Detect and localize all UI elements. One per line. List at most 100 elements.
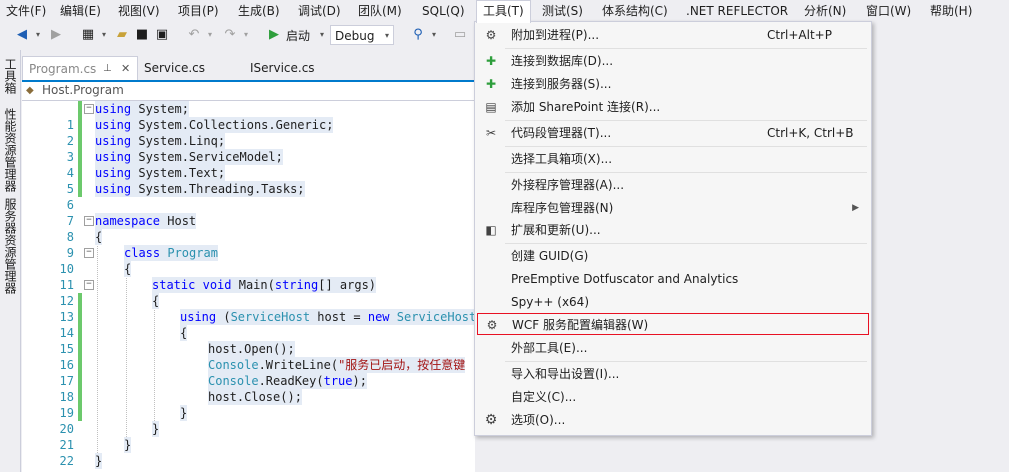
change-marker — [78, 357, 82, 373]
menu-item-attach-to-process[interactable]: ⚙ 附加到进程(P)... Ctrl+Alt+P — [475, 24, 871, 46]
menu-item-external-tools[interactable]: 外部工具(E)... — [475, 337, 871, 359]
code-line: 8− namespace Host — [22, 213, 475, 244]
code-text: using System.Linq; — [95, 133, 226, 149]
menu-item-extensions-updates[interactable]: ◧ 扩展和更新(U)... — [475, 219, 871, 241]
code-line: 18 Console.ReadKey(true); — [22, 373, 475, 404]
close-icon[interactable]: ✕ — [121, 57, 130, 81]
snippets-icon: ✂ — [485, 126, 497, 140]
code-line: 5 using System.Text; — [22, 165, 475, 196]
back-dropdown-icon[interactable]: ▾ — [30, 27, 46, 43]
undo-icon[interactable]: ↶ — [186, 27, 202, 43]
open-file-icon[interactable]: ▰ — [114, 27, 130, 43]
start-icon[interactable]: ▶ — [266, 27, 282, 43]
change-marker — [78, 117, 82, 133]
change-marker — [78, 293, 82, 309]
menu-separator — [505, 243, 867, 244]
new-project-icon[interactable]: ▦ — [80, 27, 96, 43]
menu-item-spy-plus-plus[interactable]: Spy++ (x64) — [475, 291, 871, 313]
code-line: 1− using System; — [22, 101, 475, 132]
tools-menu-dropdown: ⚙ 附加到进程(P)... Ctrl+Alt+P ✚ 连接到数据库(D)... … — [474, 21, 872, 436]
collapse-icon[interactable]: − — [84, 248, 94, 258]
code-line: 4 using System.ServiceModel; — [22, 149, 475, 180]
wcf-config-icon: ⚙ — [486, 318, 498, 332]
menu-test[interactable]: 测试(S) — [536, 0, 589, 22]
code-editor[interactable]: 1− using System; 2 using System.Collecti… — [22, 101, 475, 472]
server-explorer-tab[interactable]: 服务器资源管理器 — [2, 198, 19, 294]
back-icon[interactable]: ◀ — [14, 27, 30, 43]
collapse-icon[interactable]: − — [84, 280, 94, 290]
code-line: 14 using (ServiceHost host = new Service… — [22, 309, 475, 340]
code-line: 22 } — [22, 437, 475, 468]
code-line: 9 { — [22, 229, 475, 260]
code-text: using (ServiceHost host = new ServiceHos… — [180, 309, 475, 325]
menu-item-dotfuscator[interactable]: PreEmptive Dotfuscator and Analytics — [475, 268, 871, 290]
menu-item-wcf-config-editor[interactable]: ⚙ WCF 服务配置编辑器(W) — [477, 313, 869, 335]
code-line: 12− static void Main(string[] args) — [22, 277, 475, 308]
menu-item-customize[interactable]: 自定义(C)... — [475, 386, 871, 408]
tab-service-cs[interactable]: Service.cs — [138, 56, 211, 80]
pin-icon[interactable]: ⊥ — [103, 57, 112, 81]
code-line: 16 host.Open(); — [22, 341, 475, 372]
navigation-bar[interactable]: ◆ Host.Program — [22, 82, 475, 101]
change-marker — [78, 149, 82, 165]
collapse-icon[interactable]: − — [84, 104, 94, 114]
save-all-icon[interactable]: ▣ — [154, 27, 170, 43]
menu-item-package-manager[interactable]: 库程序包管理器(N) ▶ — [475, 197, 871, 219]
code-line: 2 using System.Collections.Generic; — [22, 117, 475, 148]
performance-explorer-tab[interactable]: 性能资源管理器 — [2, 108, 19, 192]
code-text: using System.Threading.Tasks; — [95, 181, 305, 197]
menu-edit[interactable]: 编辑(E) — [54, 0, 107, 22]
attach-process-icon: ⚙ — [485, 28, 497, 42]
redo-icon[interactable]: ↷ — [222, 27, 238, 43]
menu-tools[interactable]: 工具(T) — [476, 0, 531, 23]
find-dropdown-icon[interactable]: ▾ — [426, 27, 442, 43]
code-line: 15 { — [22, 325, 475, 356]
code-line: 17 Console.WriteLine("服务已启动，按任意键 — [22, 357, 475, 388]
undo-dropdown-icon[interactable]: ▾ — [202, 27, 218, 43]
menu-file[interactable]: 文件(F) — [0, 0, 52, 22]
configuration-value: Debug — [335, 29, 375, 43]
layout-icon[interactable]: ▭ — [452, 27, 468, 43]
menu-analyze[interactable]: 分析(N) — [798, 0, 852, 22]
menu-item-options[interactable]: ⚙ 选项(O)... — [475, 409, 871, 431]
code-text: Console.ReadKey(true); — [208, 373, 367, 389]
start-button[interactable]: 启动 — [286, 26, 310, 46]
extensions-icon: ◧ — [485, 223, 497, 237]
menu-item-snippets-manager[interactable]: ✂ 代码段管理器(T)... Ctrl+K, Ctrl+B — [475, 122, 871, 144]
menu-build[interactable]: 生成(B) — [232, 0, 286, 22]
menu-separator — [505, 48, 867, 49]
menu-item-connect-database[interactable]: ✚ 连接到数据库(D)... — [475, 50, 871, 72]
connect-server-icon: ✚ — [485, 77, 497, 91]
tab-program-cs[interactable]: Program.cs ⊥ ✕ — [22, 56, 138, 80]
menu-sql[interactable]: SQL(Q) — [416, 0, 471, 22]
save-icon[interactable]: ■ — [134, 27, 150, 43]
menu-project[interactable]: 项目(P) — [172, 0, 225, 22]
redo-dropdown-icon[interactable]: ▾ — [238, 27, 254, 43]
left-sidebar: 工具箱 性能资源管理器 服务器资源管理器 — [0, 50, 21, 472]
menu-architecture[interactable]: 体系结构(C) — [596, 0, 674, 22]
tab-iservice-cs[interactable]: IService.cs — [244, 56, 321, 80]
start-dropdown-icon[interactable]: ▾ — [314, 27, 330, 43]
menu-item-addin-manager[interactable]: 外接程序管理器(A)... — [475, 174, 871, 196]
toolbox-tab[interactable]: 工具箱 — [2, 58, 19, 94]
collapse-icon[interactable]: − — [84, 216, 94, 226]
menu-item-add-sharepoint[interactable]: ▤ 添加 SharePoint 连接(R)... — [475, 96, 871, 118]
menu-debug[interactable]: 调试(D) — [292, 0, 347, 22]
sharepoint-icon: ▤ — [485, 100, 497, 114]
menu-item-import-export-settings[interactable]: 导入和导出设置(I)... — [475, 363, 871, 385]
menu-item-create-guid[interactable]: 创建 GUID(G) — [475, 245, 871, 267]
menu-net-reflector[interactable]: .NET REFLECTOR — [680, 0, 794, 22]
configuration-select[interactable]: Debug ▾ — [330, 25, 394, 45]
find-icon[interactable]: ⚲ — [410, 27, 426, 43]
forward-icon[interactable]: ▶ — [48, 27, 64, 43]
code-line: 7 — [22, 197, 475, 228]
menu-help[interactable]: 帮助(H) — [924, 0, 978, 22]
menu-item-connect-server[interactable]: ✚ 连接到服务器(S)... — [475, 73, 871, 95]
menu-view[interactable]: 视图(V) — [112, 0, 166, 22]
menu-item-choose-toolbox-items[interactable]: 选择工具箱项(X)... — [475, 148, 871, 170]
code-text: host.Open(); — [208, 341, 295, 357]
menu-window[interactable]: 窗口(W) — [860, 0, 917, 22]
code-text: using System; — [95, 101, 189, 117]
new-project-dropdown-icon[interactable]: ▾ — [96, 27, 112, 43]
menu-team[interactable]: 团队(M) — [352, 0, 408, 22]
